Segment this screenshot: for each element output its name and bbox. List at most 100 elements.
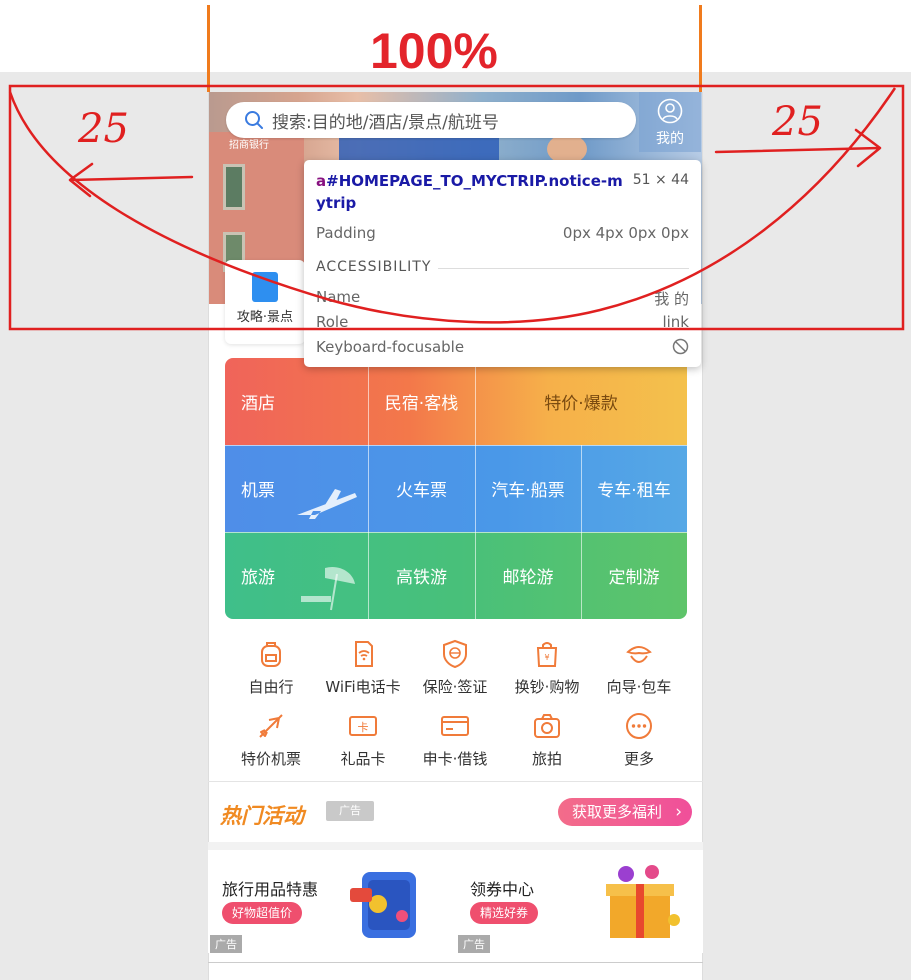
promo-ad-badge: 广告	[458, 935, 490, 953]
guide-card-label: 攻略·景点	[236, 310, 294, 325]
promo-card-travel-goods[interactable]: 旅行用品特惠 好物超值价 广告	[208, 850, 455, 953]
beach-umbrella-icon	[301, 566, 355, 611]
airplane-icon	[297, 489, 357, 519]
credit-card-icon	[441, 716, 469, 736]
padding-label: Padding	[316, 224, 376, 242]
hero-window	[223, 164, 245, 210]
padding-value: 0px 4px 0px 0px	[562, 224, 689, 242]
name-label: Name	[316, 288, 361, 306]
plane-icon	[259, 714, 283, 738]
gift-box-illustration	[606, 865, 680, 938]
flight-row: 机票 火车票 汽车·船票 专车·租车	[225, 445, 687, 532]
travel-row: 旅游 高铁游 邮轮游 定制游	[225, 532, 687, 619]
tile-divider	[225, 445, 687, 446]
tile-cruise[interactable]: 邮轮游	[475, 532, 581, 619]
guide-book-icon	[252, 272, 278, 302]
promo-title: 领券中心	[470, 880, 535, 899]
service-grid: 酒店 民宿·客栈 特价·爆款 机票 火车票 汽车·船票 专车·租车 旅游 高铁游…	[225, 358, 687, 619]
bottom-divider	[208, 962, 703, 963]
tile-homestay[interactable]: 民宿·客栈	[368, 358, 475, 445]
devtools-inspect-tooltip: a#HOMEPAGE_TO_MYCTRIP.notice-mytrip 51 ×…	[304, 160, 701, 367]
icon-item-insurance[interactable]: 保险·签证	[409, 638, 501, 697]
camera-icon	[534, 714, 560, 738]
icon-item-wifi[interactable]: WiFi电话卡	[317, 638, 409, 697]
user-icon	[657, 98, 683, 124]
icon-item-credit[interactable]: 申卡·借钱	[409, 710, 501, 769]
tile-divider	[225, 532, 687, 533]
tile-divider	[475, 532, 476, 619]
right-guide-line	[699, 5, 702, 92]
mytrip-label: 我的	[656, 131, 684, 147]
icon-label: 更多	[623, 750, 654, 768]
promo-title: 旅行用品特惠	[222, 880, 319, 899]
promo-ad-badge: 广告	[210, 935, 242, 953]
shield-globe-icon	[443, 639, 467, 669]
hero-bank-text: 招商银行	[229, 140, 269, 151]
tile-hotel[interactable]: 酒店	[225, 358, 368, 445]
search-placeholder: 搜索:目的地/酒店/景点/航班号	[272, 112, 499, 133]
selector-tag: a	[316, 172, 327, 190]
suitcase-illustration	[350, 872, 416, 938]
icon-label: WiFi电话卡	[325, 678, 401, 696]
tile-rail-tour[interactable]: 高铁游	[368, 532, 475, 619]
accessibility-rule	[438, 268, 689, 269]
tile-divider	[368, 358, 369, 445]
gift-card-icon: 卡	[349, 716, 377, 736]
svg-text:卡: 卡	[358, 721, 369, 734]
selector-id-class: #HOMEPAGE_TO_MYCTRIP.notice-mytrip	[316, 172, 623, 212]
section-divider	[208, 781, 703, 782]
tile-divider	[368, 532, 369, 619]
role-value: link	[662, 313, 689, 331]
svg-text:¥: ¥	[544, 653, 549, 662]
mytrip-link[interactable]: 我的	[639, 92, 701, 152]
focusable-row: Keyboard-focusable	[316, 338, 689, 356]
icon-label: 申卡·借钱	[422, 750, 488, 768]
icon-label: 向导·包车	[606, 678, 672, 696]
role-label: Role	[316, 313, 349, 331]
shopping-bag-icon: ¥	[536, 642, 558, 667]
icon-label: 礼品卡	[340, 750, 386, 768]
hero-banner-graphic	[339, 136, 499, 162]
section-gap	[208, 842, 703, 850]
tile-bus-ship[interactable]: 汽车·船票	[475, 445, 581, 532]
icon-item-guide[interactable]: 向导·包车	[593, 638, 685, 697]
icon-label: 特价机票	[240, 750, 301, 768]
tile-divider	[368, 445, 369, 532]
chevron-right-icon: ›	[675, 802, 682, 822]
role-row: Role link	[316, 313, 689, 331]
guide-icon	[626, 646, 652, 663]
name-row: Name 我 的	[316, 288, 689, 309]
icon-item-cheap-flights[interactable]: 特价机票	[225, 710, 317, 769]
icon-item-gift-card[interactable]: 卡 礼品卡	[317, 710, 409, 769]
icon-item-free-travel[interactable]: 自由行	[225, 638, 317, 697]
padding-row: Padding 0px 4px 0px 0px	[316, 224, 689, 242]
search-icon	[245, 111, 263, 129]
more-benefits-label: 获取更多福利	[572, 803, 663, 821]
tile-custom-tour[interactable]: 定制游	[581, 532, 687, 619]
backpack-icon	[261, 642, 281, 667]
not-focusable-icon	[672, 338, 689, 355]
promo-card-coupons[interactable]: 领券中心 精选好券 广告	[456, 850, 703, 953]
tile-car-rental[interactable]: 专车·租车	[581, 445, 687, 532]
icon-item-currency[interactable]: ¥ 换钞·购物	[501, 638, 593, 697]
icon-label: 换钞·购物	[514, 678, 580, 696]
tile-train[interactable]: 火车票	[368, 445, 475, 532]
search-bar[interactable]: 搜索:目的地/酒店/景点/航班号	[226, 102, 636, 138]
left-guide-line	[207, 5, 210, 92]
element-selector: a#HOMEPAGE_TO_MYCTRIP.notice-mytrip	[316, 170, 626, 214]
screenshot-stage: { "annotation": { "zoom_label": "100%", …	[0, 0, 911, 980]
icon-label: 保险·签证	[422, 678, 488, 696]
promo-pill: 精选好券	[470, 902, 539, 924]
icon-item-more[interactable]: 更多	[593, 710, 685, 769]
more-benefits-button[interactable]: 获取更多福利 ›	[558, 798, 692, 826]
icon-item-photo[interactable]: 旅拍	[501, 710, 593, 769]
guide-card[interactable]: 攻略·景点	[225, 260, 305, 344]
name-value: 我 的	[654, 290, 689, 308]
element-dimensions: 51 × 44	[632, 172, 689, 188]
hot-activities-title: 热门活动	[220, 803, 304, 828]
tile-deals[interactable]: 特价·爆款	[475, 358, 687, 445]
tile-divider	[581, 445, 582, 532]
more-icon	[626, 713, 652, 739]
tile-divider	[581, 532, 582, 619]
icon-label: 自由行	[248, 678, 294, 696]
